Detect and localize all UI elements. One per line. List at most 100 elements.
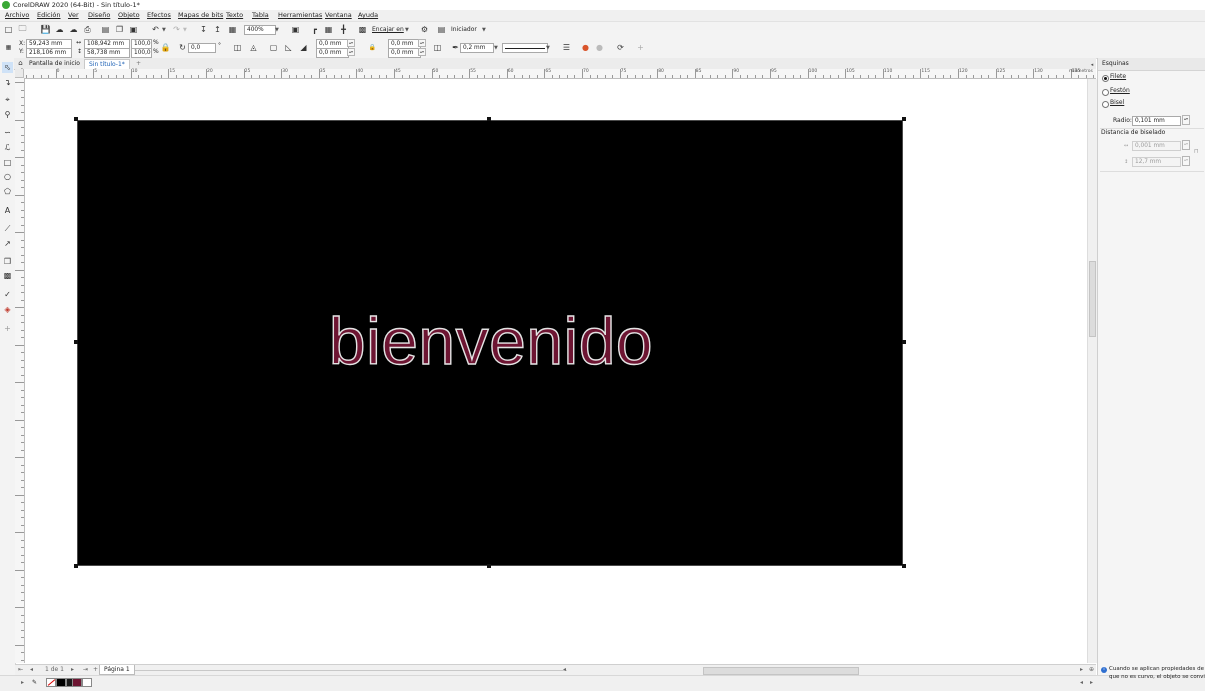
pick-tool-icon[interactable]: ⬁ [2, 62, 13, 73]
bevel-distance-2-field[interactable]: 12,7 mm [1132, 157, 1181, 167]
handle-bottom-left[interactable] [74, 564, 78, 568]
height-field[interactable]: 58,738 mm [84, 48, 130, 58]
snap-dropdown-icon[interactable]: ▼ [405, 27, 409, 33]
menu-edicion[interactable]: Edición [37, 11, 61, 20]
radio-feston[interactable] [1102, 89, 1109, 96]
cloud-download-icon[interactable]: ☁ [68, 24, 79, 35]
workspace-icon[interactable]: ▤ [436, 24, 447, 35]
corner-top-right-spinner[interactable]: ▴▾ [418, 39, 426, 47]
tab-pantalla-de-inicio[interactable]: Pantalla de inicio [25, 59, 84, 68]
palette-menu-icon[interactable]: ▸ [21, 679, 24, 687]
corner-lock-icon[interactable]: 🔒 [367, 42, 378, 53]
swatch-maroon[interactable] [72, 678, 82, 687]
vertical-ruler[interactable] [15, 78, 25, 663]
eyedropper-tool-icon[interactable]: ✓ [2, 289, 13, 300]
polygon-tool-icon[interactable]: ⬠ [2, 186, 13, 197]
menu-objeto[interactable]: Objeto [118, 11, 140, 20]
bienvenido-text[interactable]: bienvenido [78, 301, 904, 381]
black-rectangle[interactable]: bienvenido [77, 120, 903, 566]
rotation-icon[interactable]: ↻ [177, 42, 188, 53]
workspace-dropdown-icon[interactable]: ▼ [482, 27, 486, 33]
redo-icon[interactable]: ↷ [171, 24, 182, 35]
menu-texto[interactable]: Texto [226, 11, 243, 20]
mirror-vertical-icon[interactable]: ◬ [248, 42, 259, 53]
new-tab-icon[interactable]: + [132, 59, 145, 68]
palette-scroll-left-icon[interactable]: ◂ [1080, 679, 1083, 687]
menu-mapas-de-bits[interactable]: Mapas de bits [178, 11, 223, 20]
first-page-icon[interactable]: ⇤ [18, 666, 23, 674]
eyedropper-palette-icon[interactable]: ✎ [32, 679, 37, 687]
open-folder-icon[interactable]: 🗀 [17, 24, 28, 35]
interactive-fill-icon[interactable]: ◈ [2, 304, 13, 315]
dimension-tool-icon[interactable]: ⟋ [2, 223, 13, 234]
label-feston[interactable]: Festón [1110, 87, 1130, 95]
handle-bottom-right[interactable] [902, 564, 906, 568]
import-icon[interactable]: ↧ [198, 24, 209, 35]
ruler-origin[interactable] [15, 69, 24, 78]
crop-tool-icon[interactable]: ⌖ [2, 94, 13, 105]
corner-bottom-right-field[interactable]: 0,0 mm [388, 48, 421, 58]
home-icon[interactable]: ⌂ [16, 58, 25, 67]
handle-top-right[interactable] [902, 117, 906, 121]
handle-top-middle[interactable] [487, 117, 491, 121]
menu-herramientas[interactable]: Herramientas [278, 11, 322, 20]
scroll-left-icon[interactable]: ◂ [563, 666, 566, 674]
handle-middle-right[interactable] [902, 340, 906, 344]
page-tab-1[interactable]: Página 1 [99, 665, 135, 675]
bevel-lock-icon[interactable]: ⊓ [1194, 148, 1199, 156]
connector-tool-icon[interactable]: ↗ [2, 238, 13, 249]
to-back-icon[interactable]: ● [594, 42, 605, 53]
bevel-distance-1-field[interactable]: 0,001 mm [1132, 141, 1181, 151]
handle-bottom-middle[interactable] [487, 564, 491, 568]
lock-ratio-icon[interactable]: 🔒 [160, 42, 171, 53]
menu-ventana[interactable]: Ventana [325, 11, 352, 20]
corner-bottom-right-spinner[interactable]: ▴▾ [418, 48, 426, 56]
full-screen-icon[interactable]: ▣ [290, 24, 301, 35]
menu-tabla[interactable]: Tabla [252, 11, 269, 20]
add-icon[interactable]: + [635, 42, 646, 53]
corner-bottom-left-field[interactable]: 0,0 mm [316, 48, 349, 58]
transparency-tool-icon[interactable]: ▩ [2, 270, 13, 281]
menu-efectos[interactable]: Efectos [147, 11, 171, 20]
handle-top-left[interactable] [74, 117, 78, 121]
line-style-field[interactable] [502, 43, 548, 53]
radio-bisel[interactable] [1102, 101, 1109, 108]
menu-ver[interactable]: Ver [68, 11, 79, 20]
horizontal-ruler[interactable]: -505101520253035404550556065707580859095… [15, 69, 1102, 79]
freehand-tool-icon[interactable]: ∽ [2, 127, 13, 138]
zoom-tool-icon[interactable]: ⚲ [2, 109, 13, 120]
menu-archivo[interactable]: Archivo [5, 11, 29, 20]
export-icon[interactable]: ↥ [212, 24, 223, 35]
corner-bottom-left-spinner[interactable]: ▴▾ [347, 48, 355, 56]
corner-top-left-spinner[interactable]: ▴▾ [347, 39, 355, 47]
menu-ayuda[interactable]: Ayuda [358, 11, 378, 20]
menu-diseno[interactable]: Diseño [88, 11, 110, 20]
horizontal-scroll-thumb[interactable] [703, 667, 859, 675]
rectangle-tool-icon[interactable]: □ [2, 157, 13, 168]
quick-customize-icon[interactable]: + [2, 323, 13, 334]
docker-collapse-icon[interactable]: ◂ [1088, 62, 1096, 70]
undo-icon[interactable]: ↶ [150, 24, 161, 35]
vertical-scrollbar[interactable] [1087, 79, 1097, 663]
cloud-upload-icon[interactable]: ☁ [54, 24, 65, 35]
next-page-icon[interactable]: ▸ [71, 666, 74, 674]
swatch-none[interactable] [46, 678, 56, 687]
redo-dropdown-icon[interactable]: ▼ [183, 27, 187, 33]
show-guidelines-icon[interactable]: ╋ [338, 24, 349, 35]
workspace-label[interactable]: Iniciador [451, 26, 477, 34]
vertical-scroll-thumb[interactable] [1089, 261, 1096, 337]
mirror-horizontal-icon[interactable]: ◫ [232, 42, 243, 53]
line-style-dropdown-icon[interactable]: ▼ [546, 45, 550, 51]
publish-pdf-icon[interactable]: ▤ [100, 24, 111, 35]
label-filete[interactable]: Filete [1110, 73, 1126, 81]
wrap-text-icon[interactable]: ☰ [561, 42, 572, 53]
snap-to-icon[interactable]: ▩ [357, 24, 368, 35]
outline-width-dropdown-icon[interactable]: ▼ [494, 45, 498, 51]
text-tool-icon[interactable]: A [2, 205, 13, 216]
object-origin-icon[interactable]: ▦ [3, 42, 14, 53]
show-grid-icon[interactable]: ▦ [323, 24, 334, 35]
scallop-corner-icon[interactable]: ◺ [283, 42, 294, 53]
y-position-field[interactable]: 218,106 mm [26, 48, 72, 58]
swatch-white[interactable] [82, 678, 92, 687]
palette-scroll-right-icon[interactable]: ▸ [1090, 679, 1093, 687]
